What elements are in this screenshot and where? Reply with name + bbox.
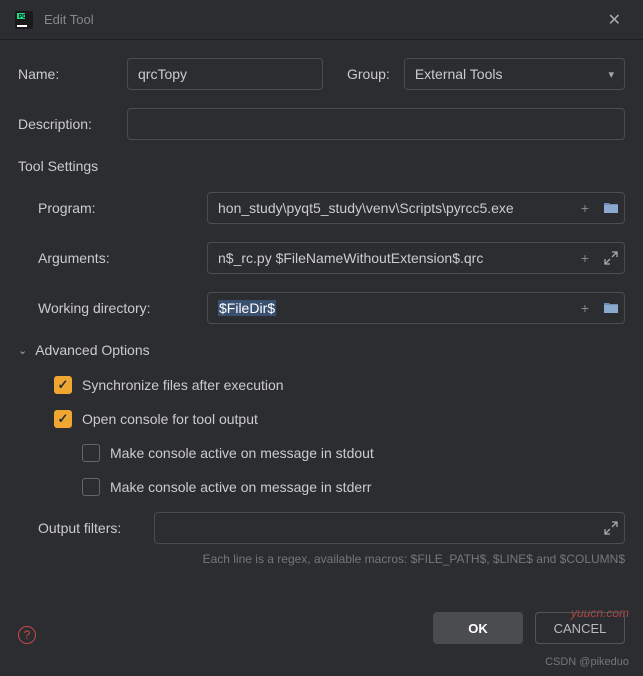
group-selected-value: External Tools [415,66,503,82]
program-row: Program: + [38,192,625,224]
program-input[interactable] [208,194,572,222]
program-add-icon[interactable]: + [572,200,598,216]
output-filters-row: Output filters: [38,512,625,544]
sub-checks: Make console active on message in stdout… [54,444,625,496]
workdir-label: Working directory: [38,300,193,316]
program-label: Program: [38,200,193,216]
description-input[interactable] [127,108,625,140]
open-console-checkbox[interactable]: ✓ [54,410,72,428]
program-input-group: + [207,192,625,224]
open-console-label: Open console for tool output [82,411,258,427]
close-icon[interactable]: ✕ [600,6,629,34]
workdir-display[interactable]: $FileDir$ [208,294,572,322]
output-filters-label: Output filters: [38,520,140,536]
chevron-down-icon: ⌄ [18,344,27,357]
workdir-row: Working directory: $FileDir$ + [38,292,625,324]
open-console-checkbox-row: ✓ Open console for tool output [54,410,625,428]
output-filters-input-group [154,512,625,544]
arguments-add-icon[interactable]: + [572,250,598,266]
program-browse-icon[interactable] [598,200,624,216]
ok-button[interactable]: OK [433,612,523,644]
sync-checkbox-row: ✓ Synchronize files after execution [54,376,625,394]
stdout-checkbox-row: Make console active on message in stdout [82,444,625,462]
description-label: Description: [18,116,113,132]
arguments-expand-icon[interactable] [598,251,624,265]
cancel-button[interactable]: CANCEL [535,612,625,644]
name-label: Name: [18,66,113,82]
output-filters-input[interactable] [155,514,598,542]
group-label: Group: [347,66,390,82]
window-title: Edit Tool [44,12,600,27]
stderr-checkbox[interactable] [82,478,100,496]
description-row: Description: [18,108,625,140]
arguments-row: Arguments: + [38,242,625,274]
advanced-options-toggle[interactable]: ⌄ Advanced Options [18,342,625,358]
workdir-browse-icon[interactable] [598,300,624,316]
sync-label: Synchronize files after execution [82,377,284,393]
name-group-row: Name: Group: External Tools ▾ [18,58,625,90]
dialog-content: Name: Group: External Tools ▾ Descriptio… [0,40,643,544]
output-filters-hint: Each line is a regex, available macros: … [0,552,643,566]
output-filters-expand-icon[interactable] [598,521,624,535]
group-select[interactable]: External Tools ▾ [404,58,625,90]
stderr-checkbox-row: Make console active on message in stderr [82,478,625,496]
dialog-footer: OK CANCEL [0,602,643,654]
watermark-author: CSDN @pikeduo [545,656,629,668]
name-input[interactable] [127,58,323,90]
workdir-input-group: $FileDir$ + [207,292,625,324]
advanced-content: ✓ Synchronize files after execution ✓ Op… [18,376,625,496]
arguments-input-group: + [207,242,625,274]
sync-checkbox[interactable]: ✓ [54,376,72,394]
workdir-add-icon[interactable]: + [572,300,598,316]
advanced-options-title: Advanced Options [35,342,149,358]
titlebar: PC Edit Tool ✕ [0,0,643,40]
stderr-label: Make console active on message in stderr [110,479,371,495]
app-icon: PC [14,10,34,30]
stdout-label: Make console active on message in stdout [110,445,374,461]
arguments-input[interactable] [208,244,572,272]
tool-settings-title: Tool Settings [18,158,625,174]
stdout-checkbox[interactable] [82,444,100,462]
tool-settings-block: Program: + Arguments: + Working director… [18,192,625,324]
svg-text:PC: PC [19,14,26,20]
arguments-label: Arguments: [38,250,193,266]
chevron-down-icon: ▾ [608,68,614,81]
